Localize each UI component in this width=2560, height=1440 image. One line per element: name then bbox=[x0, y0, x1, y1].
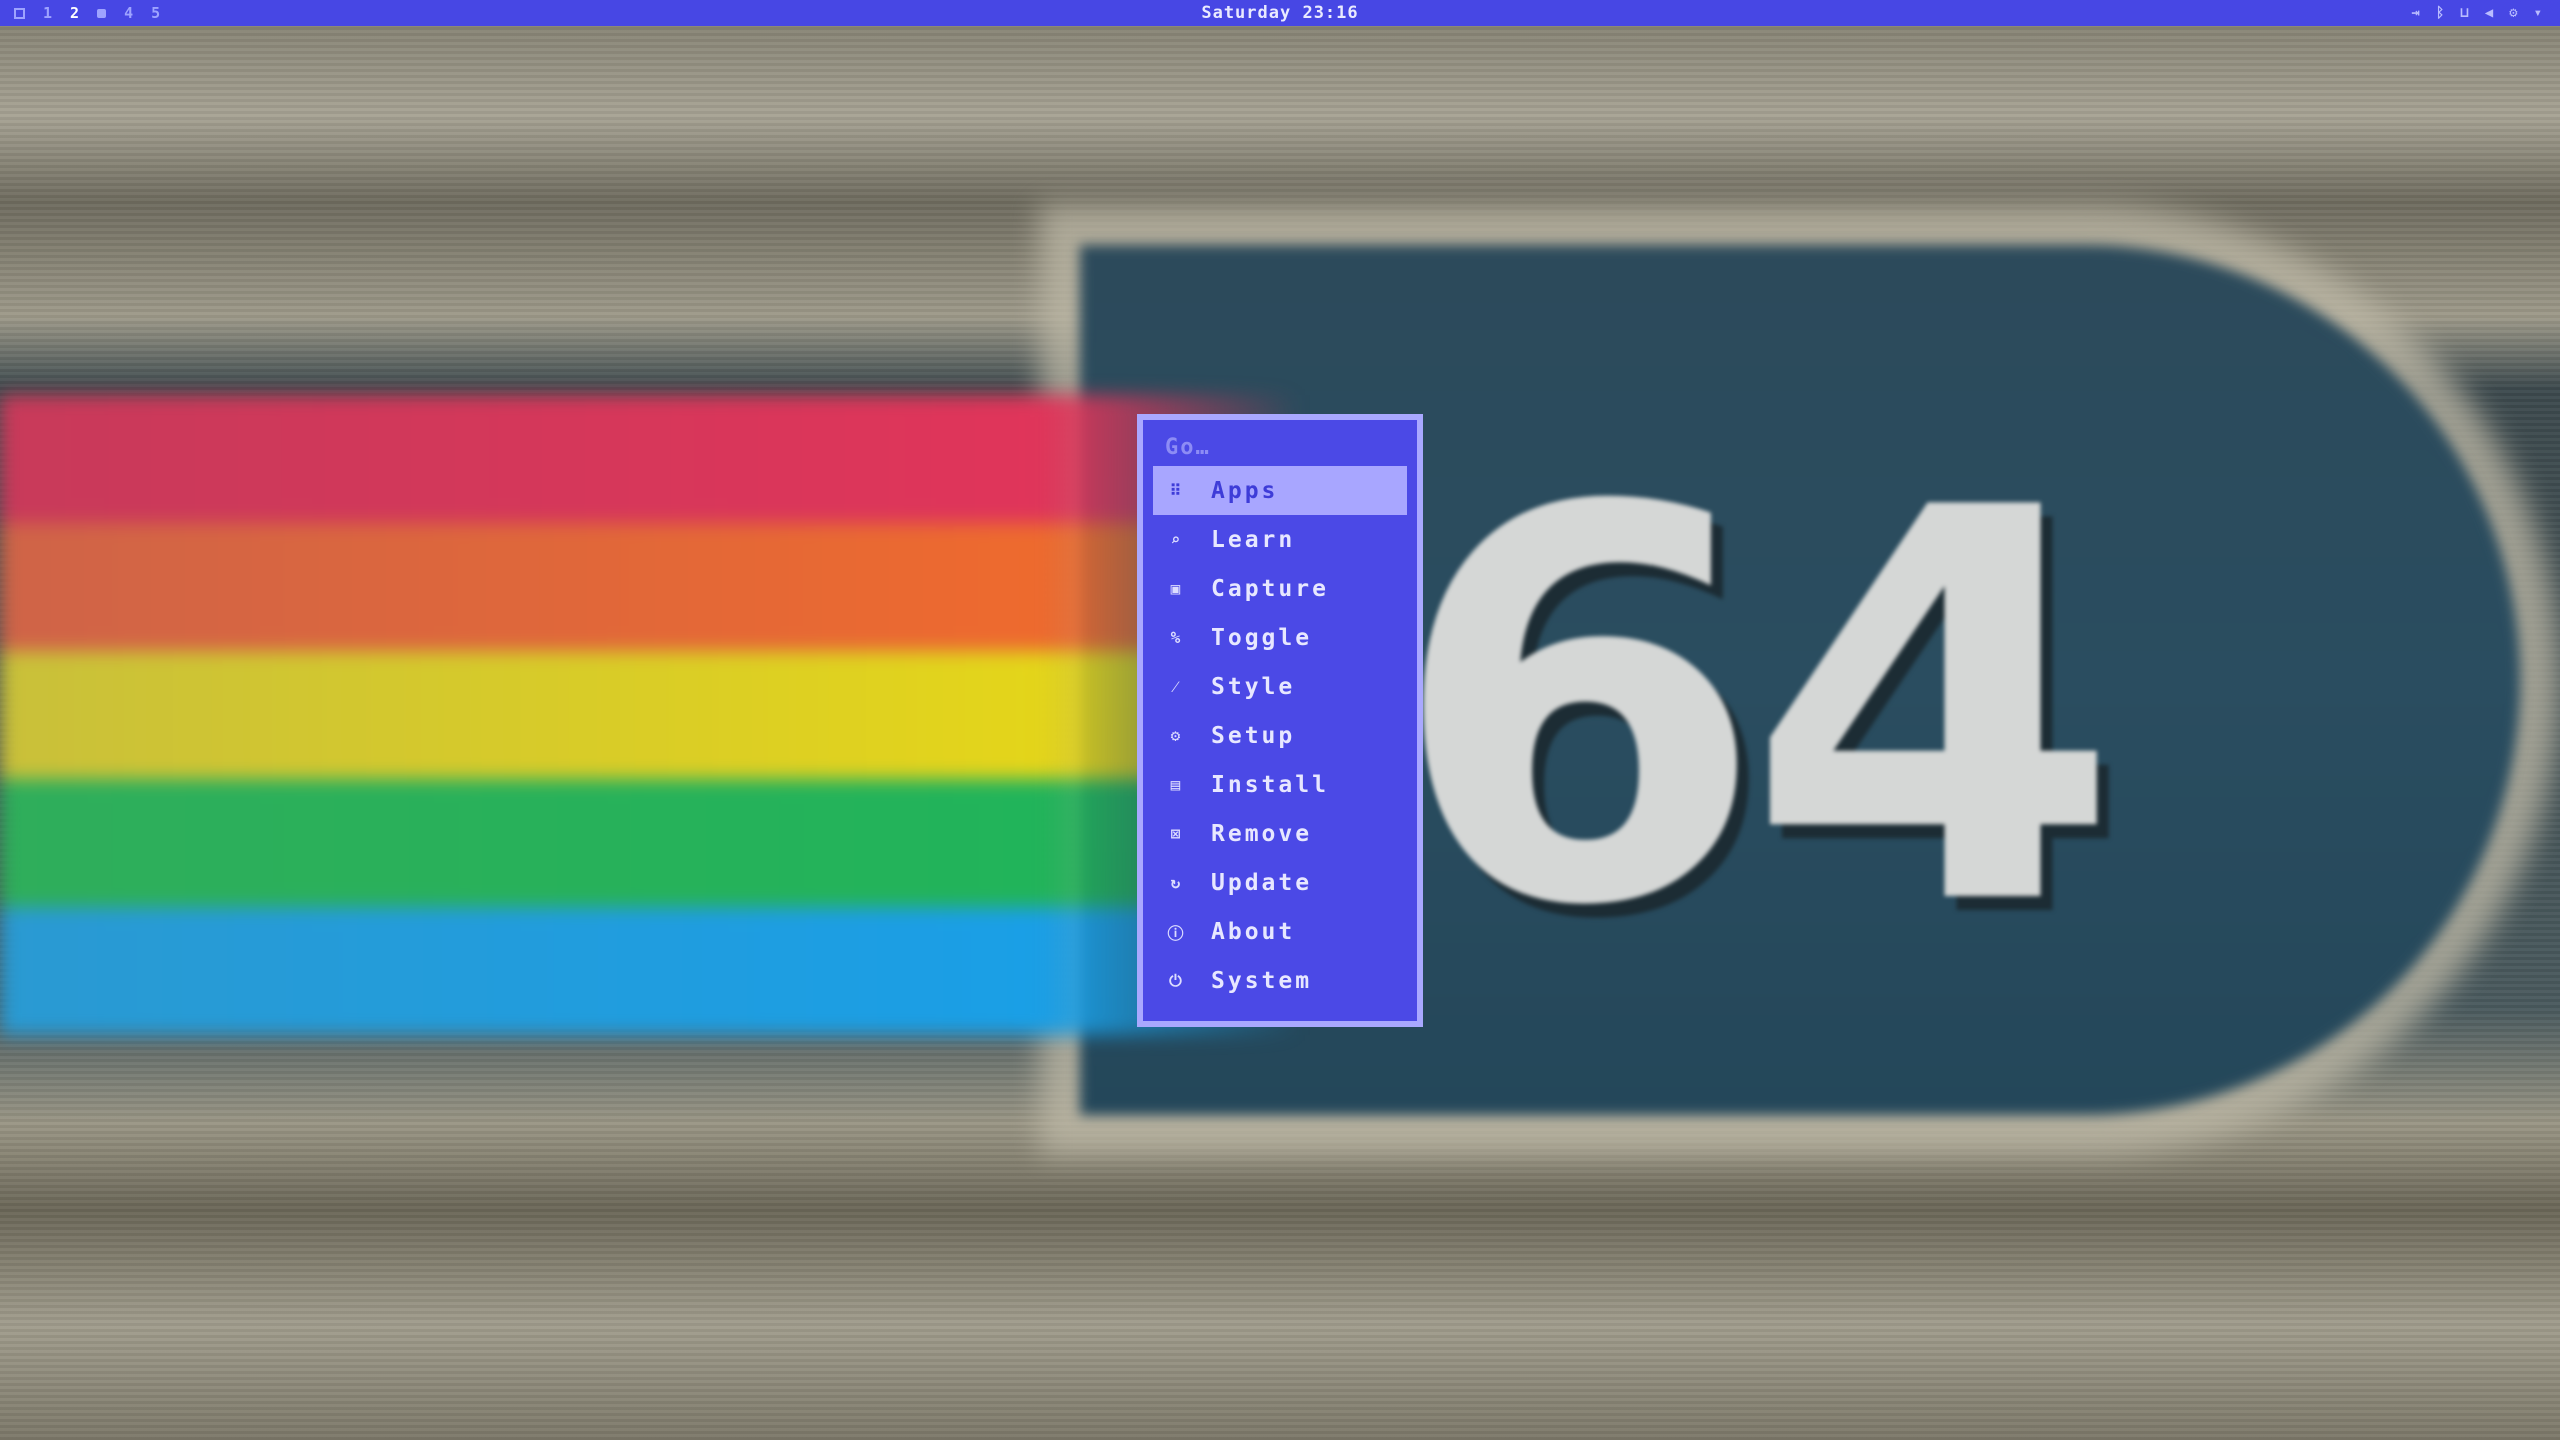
system-tray: ⇥ ᛒ ⊔ ◀ ⚙ ▾ bbox=[2411, 0, 2542, 26]
menu-item-label: Capture bbox=[1211, 575, 1329, 602]
launcher-search-prompt[interactable]: Go… bbox=[1153, 430, 1407, 466]
exit-icon[interactable]: ⇥ bbox=[2411, 5, 2419, 21]
menu-item-label: System bbox=[1211, 967, 1313, 994]
workspace-3-occupied-icon[interactable] bbox=[97, 8, 107, 18]
menu-item-system[interactable]: ⏻ System bbox=[1153, 956, 1407, 1005]
info-icon: ⓘ bbox=[1167, 923, 1187, 943]
launcher-menu: Go… ⠿ Apps ⌕ Learn ▣ Capture % Toggle ⁄ … bbox=[1137, 414, 1423, 1027]
menu-item-label: About bbox=[1211, 918, 1296, 945]
menu-item-about[interactable]: ⓘ About bbox=[1153, 907, 1407, 956]
menu-item-label: Style bbox=[1211, 673, 1296, 700]
network-icon[interactable]: ⊔ bbox=[2460, 5, 2468, 21]
gear-icon: ⚙ bbox=[1170, 726, 1184, 745]
menu-item-label: Toggle bbox=[1211, 624, 1313, 651]
menu-item-apps[interactable]: ⠿ Apps bbox=[1153, 466, 1407, 515]
menu-item-label: Learn bbox=[1211, 526, 1296, 553]
menu-item-learn[interactable]: ⌕ Learn bbox=[1153, 515, 1407, 564]
workspace-overview-icon[interactable] bbox=[14, 7, 25, 19]
menu-item-label: Install bbox=[1211, 771, 1329, 798]
wallpaper-rainbow-stripes bbox=[0, 395, 1300, 1035]
menu-item-style[interactable]: ⁄ Style bbox=[1153, 662, 1407, 711]
menu-item-label: Apps bbox=[1211, 477, 1279, 504]
menu-item-update[interactable]: ↻ Update bbox=[1153, 858, 1407, 907]
remove-icon: ⊠ bbox=[1170, 824, 1184, 843]
clock[interactable]: Saturday 23:16 bbox=[1201, 0, 1358, 26]
power-icon: ⏻ bbox=[1169, 970, 1185, 990]
wallpaper-digits: 64 bbox=[1390, 396, 2121, 1024]
refresh-icon: ↻ bbox=[1170, 873, 1184, 892]
top-panel: 1 2 4 5 Saturday 23:16 ⇥ ᛒ ⊔ ◀ ⚙ ▾ bbox=[0, 0, 2560, 26]
bluetooth-icon[interactable]: ᛒ bbox=[2436, 5, 2444, 21]
brush-icon: ⁄ bbox=[1174, 676, 1180, 696]
workspace-5[interactable]: 5 bbox=[151, 4, 160, 22]
menu-item-label: Setup bbox=[1211, 722, 1296, 749]
menu-item-toggle[interactable]: % Toggle bbox=[1153, 613, 1407, 662]
toggle-icon: % bbox=[1170, 628, 1184, 647]
menu-item-label: Remove bbox=[1211, 820, 1313, 847]
search-icon: ⌕ bbox=[1170, 530, 1184, 549]
camera-icon: ▣ bbox=[1170, 579, 1184, 598]
menu-item-setup[interactable]: ⚙ Setup bbox=[1153, 711, 1407, 760]
menu-item-install[interactable]: ▤ Install bbox=[1153, 760, 1407, 809]
settings-icon[interactable]: ⚙ bbox=[2509, 5, 2517, 21]
menu-item-remove[interactable]: ⊠ Remove bbox=[1153, 809, 1407, 858]
workspace-4[interactable]: 4 bbox=[124, 4, 133, 22]
volume-icon[interactable]: ◀ bbox=[2485, 5, 2493, 21]
workspace-2[interactable]: 2 bbox=[70, 4, 79, 22]
grid-icon: ⠿ bbox=[1169, 481, 1185, 500]
save-icon: ▤ bbox=[1170, 775, 1184, 794]
menu-item-label: Update bbox=[1211, 869, 1313, 896]
menu-item-capture[interactable]: ▣ Capture bbox=[1153, 564, 1407, 613]
workspace-1[interactable]: 1 bbox=[43, 4, 52, 22]
workspace-switcher: 1 2 4 5 bbox=[14, 0, 160, 26]
battery-icon[interactable]: ▾ bbox=[2534, 5, 2542, 21]
